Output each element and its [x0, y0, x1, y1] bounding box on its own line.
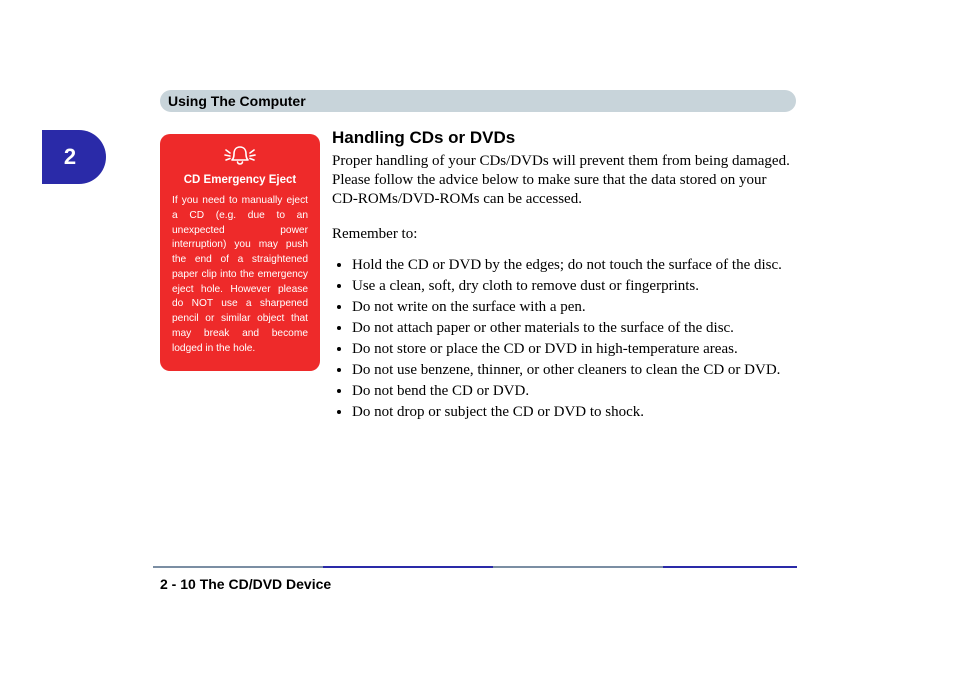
- chapter-number: 2: [64, 144, 76, 170]
- list-item: Do not use benzene, thinner, or other cl…: [352, 360, 796, 381]
- section-header-bar: Using The Computer: [160, 90, 796, 112]
- list-item: Do not attach paper or other materials t…: [352, 318, 796, 339]
- bullet-list: Hold the CD or DVD by the edges; do not …: [332, 255, 796, 423]
- warning-title: CD Emergency Eject: [172, 174, 308, 186]
- warning-box: CD Emergency Eject If you need to manual…: [160, 134, 320, 371]
- main-heading: Handling CDs or DVDs: [332, 128, 796, 148]
- list-item: Do not write on the surface with a pen.: [352, 297, 796, 318]
- section-header-title: Using The Computer: [168, 93, 306, 109]
- list-item: Hold the CD or DVD by the edges; do not …: [352, 255, 796, 276]
- main-content: Handling CDs or DVDs Proper handling of …: [332, 128, 796, 423]
- list-item: Use a clean, soft, dry cloth to remove d…: [352, 276, 796, 297]
- list-item: Do not bend the CD or DVD.: [352, 381, 796, 402]
- list-item: Do not drop or subject the CD or DVD to …: [352, 402, 796, 423]
- chapter-tab: 2: [42, 130, 106, 184]
- footer-page-label: 2 - 10 The CD/DVD Device: [160, 576, 331, 592]
- list-item: Do not store or place the CD or DVD in h…: [352, 339, 796, 360]
- footer-rule: [153, 566, 797, 570]
- warning-body: If you need to manually eject a CD (e.g.…: [172, 194, 308, 357]
- remember-label: Remember to:: [332, 226, 796, 243]
- alarm-bell-icon: [223, 144, 257, 168]
- intro-paragraph: Proper handling of your CDs/DVDs will pr…: [332, 152, 796, 210]
